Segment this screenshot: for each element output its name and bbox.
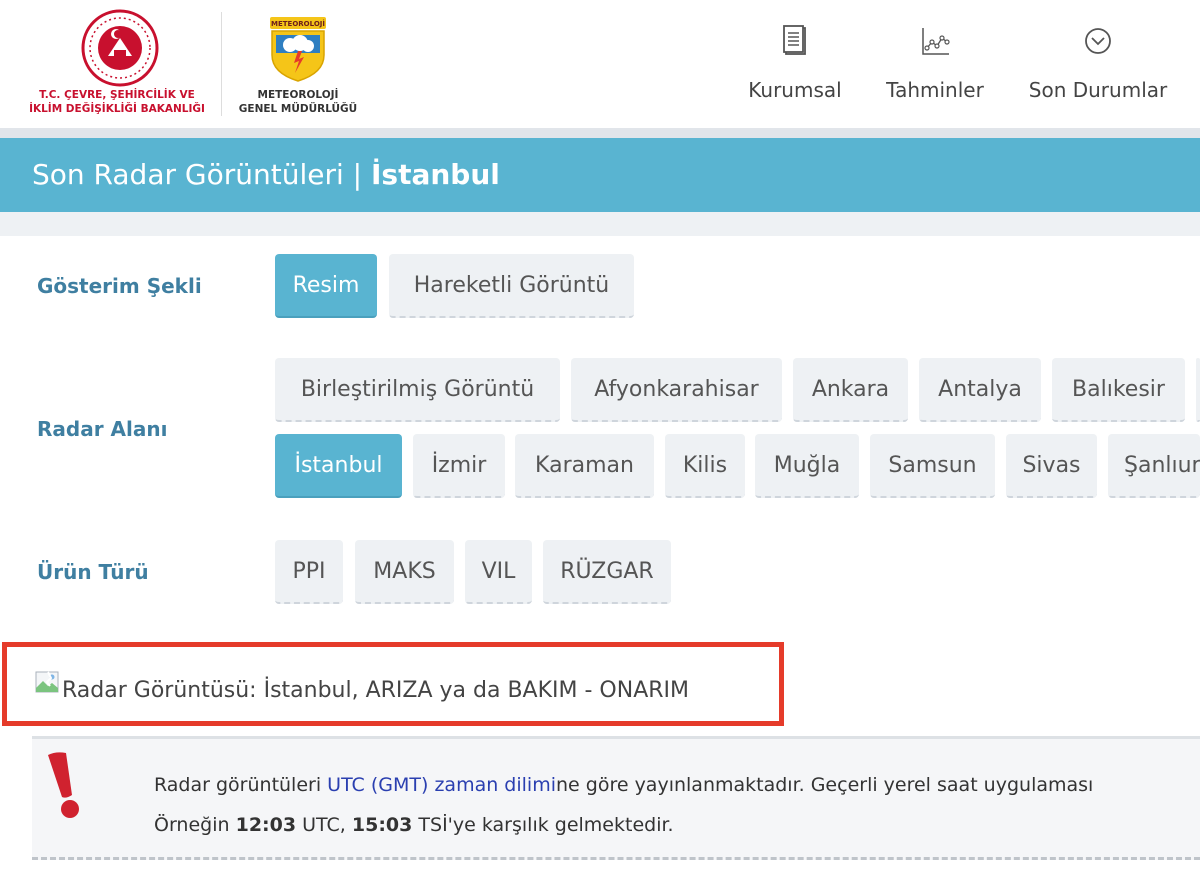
utc-notice-line1: Radar görüntüleri UTC (GMT) zaman dilimi… (154, 765, 1093, 805)
nav-kurumsal[interactable]: Kurumsal (746, 24, 844, 102)
page-title-city: İstanbul (371, 158, 500, 191)
utc-notice: Radar görüntüleri UTC (GMT) zaman dilimi… (32, 736, 1200, 860)
ministry-name-line2: İKLİM DEĞİŞİKLİĞİ BAKANLIĞI (29, 103, 205, 115)
radar-area-ankara[interactable]: Ankara (793, 358, 908, 422)
nav-son-durumlar-label: Son Durumlar (1028, 78, 1168, 102)
title-band: Son Radar Görüntüleri | İstanbul (0, 138, 1200, 212)
mgm-logo-text: METEOROLOJİ (271, 19, 325, 28)
page-title-separator: | (352, 158, 363, 191)
product-type-vil[interactable]: VIL (465, 540, 532, 604)
utc-notice-line2-d: TSİ'ye karşılık gelmektedir. (412, 814, 674, 836)
mgm-name-line1: METEOROLOJİ (257, 89, 339, 101)
mgm-name: METEOROLOJİ GENEL MÜDÜRLÜĞÜ (236, 88, 360, 116)
chart-icon (922, 28, 950, 55)
radar-area-birlestirilmis[interactable]: Birleştirilmiş Görüntü (275, 358, 560, 422)
radar-area-istanbul[interactable]: İstanbul (275, 434, 402, 498)
display-mode-resim-button[interactable]: Resim (275, 254, 377, 318)
page-title-prefix: Son Radar Görüntüleri (32, 158, 344, 191)
product-type-ruzgar[interactable]: RÜZGAR (543, 540, 671, 604)
utc-timezone-link[interactable]: UTC (GMT) zaman dilimi (327, 774, 556, 796)
chevron-circle-icon (1085, 28, 1111, 54)
title-band-shadow (0, 212, 1200, 236)
nav-tahminler-label: Tahminler (886, 78, 984, 102)
utc-notice-line2-c: UTC, (296, 814, 352, 836)
radar-area-label: Radar Alanı (37, 417, 168, 441)
radar-image-highlight: Radar Görüntüsü: İstanbul, ARIZA ya da B… (2, 642, 784, 726)
utc-notice-text: Radar görüntüleri UTC (GMT) zaman dilimi… (154, 765, 1093, 845)
header-divider (221, 12, 222, 116)
site-header: T.C. ÇEVRE, ŞEHİRCİLİK VE İKLİM DEĞİŞİKL… (0, 0, 1200, 130)
radar-area-overflow-button[interactable] (1196, 358, 1200, 422)
ministry-logo[interactable] (80, 8, 160, 88)
nav-tahminler[interactable]: Tahminler (882, 24, 988, 102)
nav-kurumsal-label: Kurumsal (748, 78, 842, 102)
mgm-name-line2: GENEL MÜDÜRLÜĞÜ (238, 103, 358, 115)
radar-area-sivas[interactable]: Sivas (1006, 434, 1097, 498)
tsi-example-time: 15:03 (351, 814, 413, 836)
utc-notice-line2: Örneğin 12:03 UTC, 15:03 TSİ'ye karşılık… (154, 805, 1093, 845)
radar-area-izmir[interactable]: İzmir (413, 434, 505, 498)
page-title: Son Radar Görüntüleri | İstanbul (32, 158, 500, 191)
display-mode-label: Gösterim Şekli (37, 274, 202, 298)
nav-son-durumlar[interactable]: Son Durumlar (1026, 24, 1170, 102)
document-icon (783, 25, 806, 55)
radar-area-samsun[interactable]: Samsun (870, 434, 995, 498)
ministry-name: T.C. ÇEVRE, ŞEHİRCİLİK VE İKLİM DEĞİŞİKL… (22, 88, 212, 116)
display-mode-animated-button[interactable]: Hareketli Görüntü (389, 254, 634, 318)
utc-notice-line2-a: Örneğin (154, 814, 236, 836)
radar-area-afyonkarahisar[interactable]: Afyonkarahisar (571, 358, 782, 422)
radar-area-kilis[interactable]: Kilis (665, 434, 745, 498)
radar-area-karaman[interactable]: Karaman (515, 434, 654, 498)
product-type-ppi[interactable]: PPI (275, 540, 343, 604)
broken-image-icon (35, 671, 59, 693)
radar-image-alt-text: Radar Görüntüsü: İstanbul, ARIZA ya da B… (62, 678, 690, 703)
radar-area-antalya[interactable]: Antalya (919, 358, 1041, 422)
product-type-maks[interactable]: MAKS (355, 540, 454, 604)
utc-example-time: 12:03 (235, 814, 297, 836)
utc-notice-line1-a: Radar görüntüleri (154, 774, 328, 796)
radar-area-balikesir[interactable]: Balıkesir (1052, 358, 1185, 422)
product-type-label: Ürün Türü (37, 560, 149, 584)
utc-notice-line1-b: ne göre yayınlanmaktadır. Geçerli yerel … (555, 774, 1094, 796)
radar-area-mugla[interactable]: Muğla (755, 434, 859, 498)
radar-area-sanliurfa[interactable]: Şanlıurfa (1108, 434, 1200, 498)
header-strip (0, 128, 1200, 138)
exclamation-icon (48, 752, 79, 818)
mgm-logo[interactable]: METEOROLOJİ (268, 15, 328, 83)
ministry-name-line1: T.C. ÇEVRE, ŞEHİRCİLİK VE (39, 89, 195, 101)
